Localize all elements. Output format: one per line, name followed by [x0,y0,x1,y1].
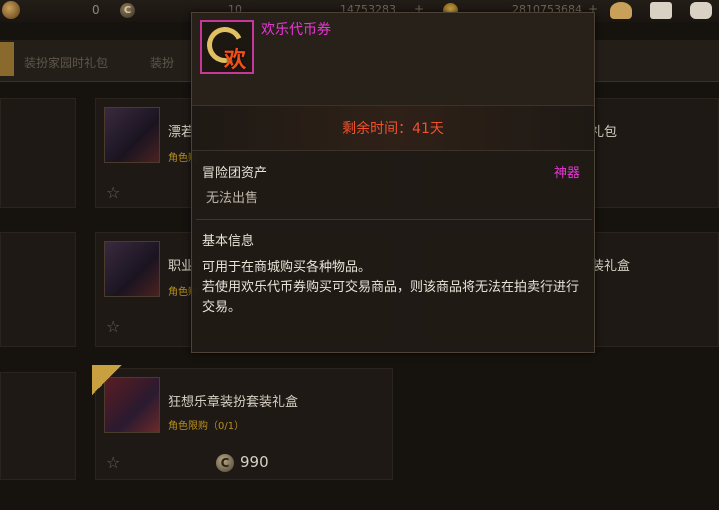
item-price: 990 [240,453,269,471]
new-ribbon [92,365,122,395]
favorite-star-icon[interactable]: ☆ [106,453,120,472]
shop-card-left-1[interactable] [0,98,76,208]
shop-card-left-2[interactable] [0,232,76,347]
remaining-time: 剩余时间：41天 [342,121,444,137]
tab-home-gift[interactable]: 装扮家园时礼包 [24,54,108,71]
coupon-glyph: 欢 [224,48,247,73]
item-title: 欢乐代币券 [261,22,331,38]
tab-indicator [0,42,14,76]
divider [196,219,592,220]
item-name: 装礼盒 [591,259,631,274]
shop-card-3[interactable]: 狂想乐章装扮套装礼盒 角色限购（0/1） ☆ C 990 [95,368,393,480]
item-limit: 角色限购（0/1） [168,421,245,432]
mail-icon[interactable] [650,2,672,19]
item-name: 狂想乐章装扮套装礼盒 [168,395,299,410]
chat-icon[interactable] [690,2,712,19]
basic-info-heading: 基本信息 [202,234,255,249]
item-thumbnail [104,107,160,163]
item-tooltip: 欢 欢乐代币券 剩余时间：41天 冒险团资产 神器 无法出售 基本信息 可用于在… [191,12,595,353]
treasure-icon[interactable] [610,2,632,19]
coupon-coin-icon: C [216,454,234,472]
tab-outfit[interactable]: 装扮 [150,54,174,71]
remaining-time-bar: 剩余时间：41天 [192,105,594,151]
description-line-2: 若使用欢乐代币券购买可交易商品，则该商品将无法在拍卖行进行交易。 [202,280,580,315]
ticket-count: 0 [92,3,100,17]
coin-icon: C [120,3,135,18]
item-thumbnail [104,241,160,297]
asset-type-label: 冒险团资产 [202,166,268,181]
rarity-label: 神器 [553,166,580,181]
tooltip-header: 欢 欢乐代币券 [192,13,594,105]
item-description: 可用于在商城购买各种物品。 若使用欢乐代币券购买可交易商品，则该商品将无法在拍卖… [202,258,586,318]
shop-card-left-3[interactable] [0,372,76,480]
description-line-1: 可用于在商城购买各种物品。 [202,260,372,275]
favorite-star-icon[interactable]: ☆ [106,317,120,336]
coupon-icon: 欢 [200,20,254,74]
trade-restriction: 无法出售 [206,191,259,206]
character-icon[interactable] [2,1,20,19]
favorite-star-icon[interactable]: ☆ [106,183,120,202]
